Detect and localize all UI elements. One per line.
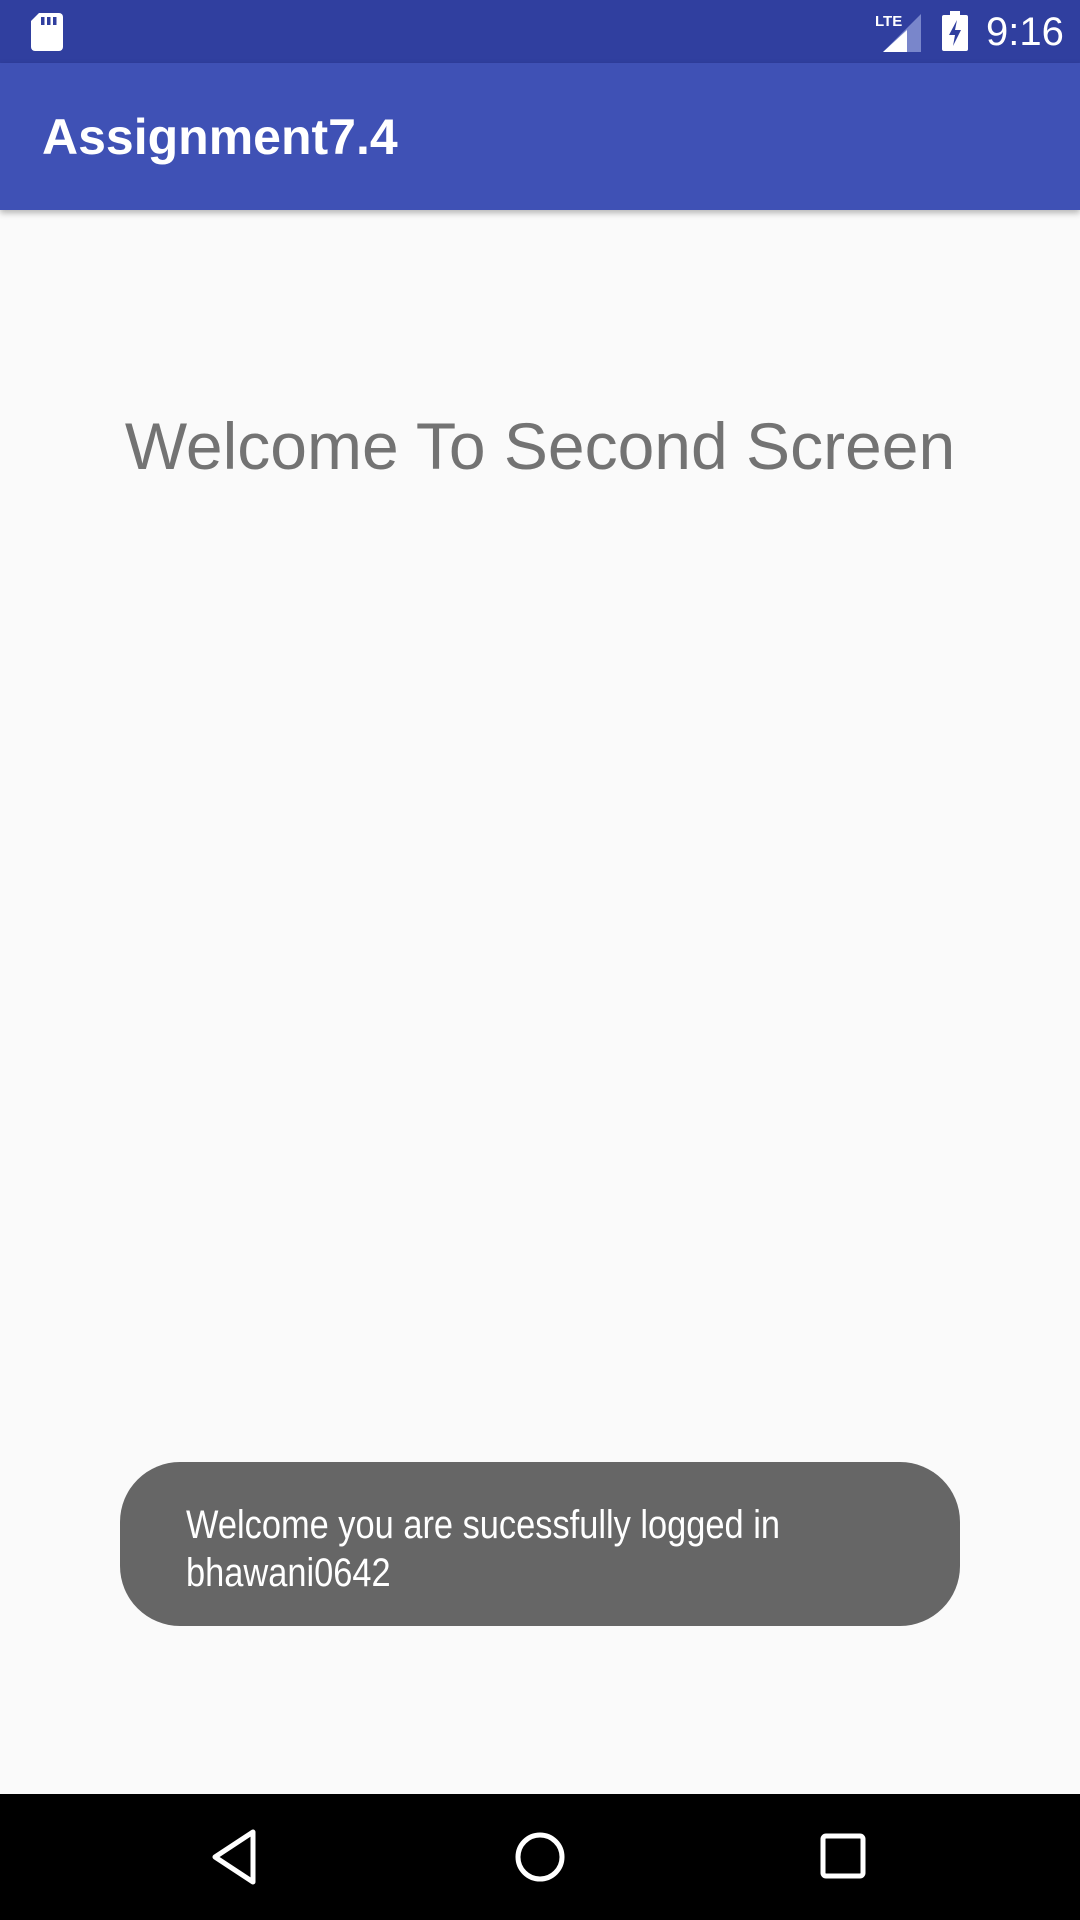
back-icon[interactable]	[201, 1822, 271, 1892]
status-clock: 9:16	[986, 10, 1064, 54]
navigation-bar	[0, 1794, 1080, 1920]
phone-screen: LTE 9:16 Assignment7.4 Welcome To Second…	[0, 0, 1080, 1920]
toast-line-2: bhawani0642	[186, 1551, 391, 1595]
welcome-heading: Welcome To Second Screen	[124, 409, 956, 483]
app-title: Assignment7.4	[42, 109, 398, 165]
toast-message: Welcome you are sucessfully logged in bh…	[120, 1462, 960, 1626]
svg-text:LTE: LTE	[875, 13, 902, 30]
toast-text: Welcome you are sucessfully logged in bh…	[186, 1501, 908, 1597]
home-icon[interactable]	[505, 1822, 575, 1892]
recents-icon[interactable]	[809, 1822, 879, 1892]
app-bar: Assignment7.4	[0, 63, 1080, 210]
toast-line-1: Welcome you are sucessfully logged in	[186, 1503, 781, 1547]
status-bar: LTE 9:16	[0, 0, 1080, 63]
sd-card-icon	[31, 13, 63, 51]
lte-signal-icon: LTE	[875, 13, 921, 52]
battery-charging-icon	[942, 11, 968, 51]
